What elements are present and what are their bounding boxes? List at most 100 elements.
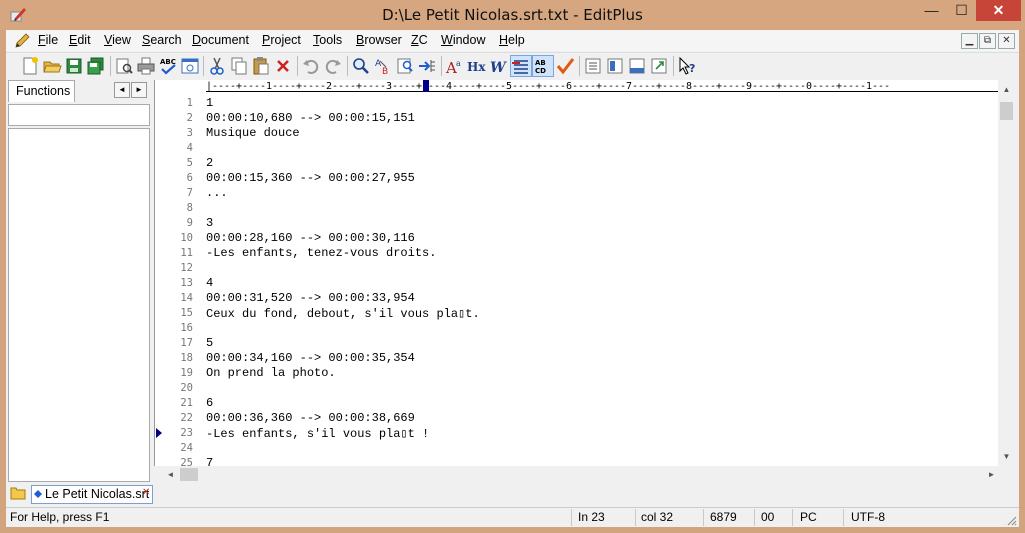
code-line[interactable]: -Les enfants, s'il vous pla▯t !: [206, 426, 429, 441]
print-icon[interactable]: [136, 56, 156, 76]
undo-icon[interactable]: [301, 56, 321, 76]
menu-window[interactable]: Window: [441, 30, 485, 51]
code-line[interactable]: 7: [206, 456, 213, 466]
code-line[interactable]: ...: [206, 186, 228, 200]
context-help-icon[interactable]: ?: [677, 56, 697, 76]
scroll-right-button[interactable]: ►: [983, 466, 1000, 483]
open-folder-icon[interactable]: [42, 56, 62, 76]
save-all-icon[interactable]: [86, 56, 106, 76]
copy-icon[interactable]: [229, 56, 249, 76]
menu-document[interactable]: Document: [192, 30, 249, 51]
code-line[interactable]: 00:00:15,360 --> 00:00:27,955: [206, 171, 415, 185]
horizontal-scroll-thumb[interactable]: [180, 468, 198, 481]
cliptext-window-icon[interactable]: [605, 56, 625, 76]
resize-grip-icon[interactable]: [1005, 514, 1017, 526]
vertical-scrollbar[interactable]: [998, 80, 1015, 466]
replace-icon[interactable]: AB: [373, 56, 393, 76]
functions-list[interactable]: [8, 128, 150, 482]
paste-icon[interactable]: [251, 56, 271, 76]
code-line[interactable]: 00:00:34,160 --> 00:00:35,354: [206, 351, 415, 365]
directory-window-icon[interactable]: [583, 56, 603, 76]
spell-check-icon[interactable]: ABC: [158, 56, 178, 76]
code-line[interactable]: 00:00:31,520 --> 00:00:33,954: [206, 291, 415, 305]
menu-project[interactable]: Project: [262, 30, 301, 51]
goto-line-icon[interactable]: [417, 56, 437, 76]
scroll-up-button[interactable]: ▲: [998, 81, 1015, 98]
folder-icon[interactable]: [10, 486, 26, 500]
horizontal-scrollbar[interactable]: [154, 466, 1015, 483]
hex-view-icon[interactable]: Hx: [467, 56, 487, 76]
panel-next-button[interactable]: ►: [131, 82, 147, 98]
code-line[interactable]: 4: [206, 276, 213, 290]
line-number: 3: [186, 127, 193, 139]
redo-icon[interactable]: [323, 56, 343, 76]
document-tab-close-icon[interactable]: ✕: [142, 487, 152, 499]
code-text[interactable]: 1 00:00:10,680 --> 00:00:15,151 Musique do…: [206, 96, 996, 466]
delete-icon[interactable]: [273, 56, 293, 76]
maximize-button[interactable]: ☐: [948, 0, 975, 21]
menu-file-key: F: [38, 33, 46, 47]
output-window-icon[interactable]: [627, 56, 647, 76]
code-line[interactable]: 00:00:10,680 --> 00:00:15,151: [206, 111, 415, 125]
font-icon[interactable]: Aa: [445, 56, 465, 76]
find-in-files-icon[interactable]: [395, 56, 415, 76]
scroll-down-button[interactable]: ▼: [998, 448, 1015, 465]
find-icon[interactable]: [351, 56, 371, 76]
menu-file[interactable]: File: [38, 30, 58, 51]
cut-icon[interactable]: [207, 56, 227, 76]
svg-text:W: W: [490, 60, 507, 76]
menu-tools[interactable]: Tools: [313, 30, 342, 51]
code-line[interactable]: 00:00:28,160 --> 00:00:30,116: [206, 231, 415, 245]
mdi-restore-button[interactable]: ⧉: [979, 33, 996, 49]
code-line[interactable]: 2: [206, 156, 213, 170]
menu-help[interactable]: Help: [499, 30, 525, 51]
code-line[interactable]: 1: [206, 96, 213, 110]
code-line[interactable]: 6: [206, 396, 213, 410]
panel-prev-button[interactable]: ◄: [114, 82, 130, 98]
svg-text:Hx: Hx: [467, 60, 486, 74]
scroll-left-button[interactable]: ◄: [162, 466, 179, 483]
menu-edit-label: dit: [77, 33, 91, 47]
functions-tab[interactable]: Functions: [8, 80, 75, 102]
menu-document-label: ocument: [201, 33, 249, 47]
document-tab[interactable]: Le Petit Nicolas.srt: [31, 485, 153, 504]
code-line[interactable]: Ceux du fond, debout, s'il vous pla▯t.: [206, 306, 480, 321]
new-file-icon[interactable]: [20, 56, 40, 76]
word-wrap-icon[interactable]: W: [489, 56, 509, 76]
line-number: 11: [180, 247, 193, 259]
save-icon[interactable]: [64, 56, 84, 76]
menu-search[interactable]: Search: [142, 30, 182, 51]
code-line[interactable]: 5: [206, 336, 213, 350]
code-line[interactable]: On prend la photo.: [206, 366, 336, 380]
check-icon[interactable]: [555, 56, 575, 76]
status-line: In 23: [578, 510, 605, 524]
code-line[interactable]: -Les enfants, tenez-vous droits.: [206, 246, 436, 260]
toolbar-separator: [347, 56, 348, 76]
mdi-minimize-button[interactable]: ▁: [961, 33, 978, 49]
status-separator: [754, 509, 755, 526]
print-preview-icon[interactable]: [114, 56, 134, 76]
menu-edit[interactable]: Edit: [69, 30, 91, 51]
full-screen-icon[interactable]: [649, 56, 669, 76]
code-line[interactable]: 00:00:36,360 --> 00:00:38,669: [206, 411, 415, 425]
menu-browser[interactable]: Browser: [356, 30, 402, 51]
line-number: 24: [180, 442, 193, 454]
code-line[interactable]: 3: [206, 216, 213, 230]
browser-view-icon[interactable]: [180, 56, 200, 76]
functions-filter-input[interactable]: [8, 104, 150, 126]
code-line[interactable]: Musique douce: [206, 126, 300, 140]
line-number-toggle-icon[interactable]: [510, 55, 532, 77]
menu-view[interactable]: View: [104, 30, 131, 51]
column-ruler-toggle-icon[interactable]: ABCD: [532, 55, 554, 77]
close-button[interactable]: ✕: [976, 0, 1021, 21]
svg-text:AB: AB: [535, 59, 546, 67]
menu-zc[interactable]: ZC: [411, 30, 428, 51]
vertical-scroll-thumb[interactable]: [1000, 102, 1013, 120]
line-number: 1: [186, 97, 193, 109]
line-number: 18: [180, 352, 193, 364]
line-number: 22: [180, 412, 193, 424]
line-number: 12: [180, 262, 193, 274]
minimize-button[interactable]: —: [915, 0, 948, 21]
mdi-close-button[interactable]: ✕: [998, 33, 1015, 49]
toolbar-separator: [110, 56, 111, 76]
